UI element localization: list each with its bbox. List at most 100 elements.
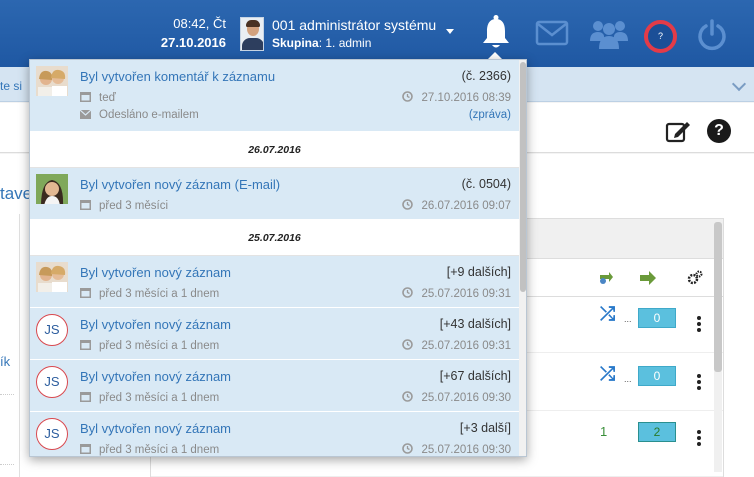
- notification-ref: [+67 dalších]: [439, 369, 511, 383]
- notifications-scrollbar[interactable]: [519, 60, 526, 456]
- row-menu-icon[interactable]: [697, 430, 701, 448]
- envelope-icon: [80, 110, 91, 119]
- notification-timestamp: 25.07.2016 09:30: [402, 391, 511, 404]
- notification-title[interactable]: Byl vytvořen nový záznam: [80, 265, 231, 280]
- notifications-bell-button[interactable]: [480, 14, 512, 53]
- table-scrollbar[interactable]: [714, 222, 722, 472]
- user-avatar: [240, 17, 264, 51]
- chevron-down-icon[interactable]: [731, 76, 747, 92]
- edit-icon: [665, 122, 690, 143]
- top-bar: 08:42, Čt 27.10.2016 001 administrátor s…: [0, 0, 754, 67]
- message-link[interactable]: (zpráva): [469, 109, 511, 121]
- notification-extra: Odesláno e-mailem: [80, 109, 199, 121]
- notification-when: před 3 měsíci a 1 dnem: [80, 443, 219, 456]
- notification-ref: [+3 další]: [459, 421, 511, 435]
- clock-icon: [402, 91, 414, 102]
- notification-item[interactable]: JS Byl vytvořen nový záznam [+67 dalších…: [30, 360, 519, 412]
- calendar-icon: [80, 444, 91, 454]
- notification-timestamp: 26.07.2016 09:07: [402, 199, 511, 212]
- clock-icon: [402, 391, 414, 402]
- date-separator: 25.07.2016: [30, 220, 519, 256]
- logout-button[interactable]: [697, 19, 727, 54]
- notification-item[interactable]: Byl vytvořen nový záznam (E-mail) (č. 05…: [30, 168, 519, 220]
- notification-when: teď: [80, 91, 116, 104]
- calendar-icon: [80, 340, 91, 350]
- notification-item[interactable]: Byl vytvořen komentář k záznamu (č. 2366…: [30, 60, 519, 132]
- notification-ref: [+43 dalších]: [439, 317, 511, 331]
- left-link[interactable]: ík: [0, 354, 10, 369]
- forward-icon[interactable]: [639, 271, 657, 285]
- notification-when: před 3 měsíci a 1 dnem: [80, 391, 219, 404]
- notifications-list: Byl vytvořen komentář k záznamu (č. 2366…: [30, 60, 519, 456]
- left-column: [0, 214, 20, 477]
- shuffle-icon[interactable]: ⤮: [600, 304, 615, 326]
- transfer-icon[interactable]: [598, 271, 614, 285]
- row-count: 1: [600, 424, 608, 439]
- row-menu-icon[interactable]: [697, 374, 701, 392]
- avatar: [36, 66, 68, 96]
- clock-icon: [402, 287, 414, 298]
- help-button[interactable]: ?: [644, 20, 677, 53]
- user-name: 001 administrátor systému: [272, 17, 437, 33]
- clock-icon: [402, 443, 414, 454]
- notification-title[interactable]: Byl vytvořen nový záznam (E-mail): [80, 177, 280, 192]
- calendar-icon: [80, 200, 91, 210]
- clock-date: 27.10.2016: [160, 35, 226, 50]
- info-bar-text: te si: [0, 79, 23, 93]
- notification-title[interactable]: Byl vytvořen nový záznam: [80, 369, 231, 384]
- clock: 08:42, Čt 27.10.2016: [136, 16, 226, 50]
- notification-title[interactable]: Byl vytvořen nový záznam: [80, 317, 231, 332]
- scrollbar-thumb[interactable]: [520, 62, 526, 292]
- user-menu[interactable]: 001 administrátor systému Skupina: 1. ad…: [240, 17, 455, 51]
- users-icon: [590, 21, 628, 49]
- notification-ref: (č. 2366): [461, 69, 511, 83]
- count-badge: 0: [638, 308, 676, 328]
- shuffle-icon[interactable]: ⤮: [600, 364, 615, 386]
- notification-ref: [+9 dalších]: [446, 265, 511, 279]
- bell-icon: [483, 15, 509, 48]
- avatar: [36, 174, 68, 204]
- notification-item[interactable]: Byl vytvořen nový záznam [+9 dalších] př…: [30, 256, 519, 308]
- notification-timestamp: 27.10.2016 08:39: [402, 91, 511, 104]
- notifications-dropdown: Byl vytvořen komentář k záznamu (č. 2366…: [29, 59, 527, 457]
- divider: [0, 464, 14, 465]
- clock-time: 08:42, Čt: [173, 16, 226, 31]
- notification-ref: (č. 0504): [461, 177, 511, 191]
- clock-icon: [402, 339, 414, 350]
- messages-button[interactable]: [535, 20, 569, 49]
- avatar-initials: JS: [36, 314, 68, 346]
- power-icon: [698, 19, 726, 51]
- avatar-initials: JS: [36, 418, 68, 450]
- row-menu-icon[interactable]: [697, 316, 701, 334]
- date-separator: 26.07.2016: [30, 132, 519, 168]
- count-badge: 2: [638, 422, 676, 442]
- notification-item[interactable]: JS Byl vytvořen nový záznam [+43 dalších…: [30, 308, 519, 360]
- help-circle-button[interactable]: ?: [707, 119, 731, 143]
- clock-icon: [402, 199, 414, 210]
- avatar: [36, 262, 68, 292]
- notification-timestamp: 25.07.2016 09:31: [402, 339, 511, 352]
- avatar-initials: JS: [36, 366, 68, 398]
- users-button[interactable]: [590, 17, 628, 54]
- notification-timestamp: 25.07.2016 09:31: [402, 287, 511, 300]
- notification-timestamp: 25.07.2016 09:30: [402, 443, 511, 456]
- calendar-icon: [80, 92, 91, 102]
- notification-title[interactable]: Byl vytvořen nový záznam: [80, 421, 231, 436]
- calendar-icon: [80, 288, 91, 298]
- count-badge: 0: [638, 366, 676, 386]
- notification-item[interactable]: JS Byl vytvořen nový záznam [+3 další] p…: [30, 412, 519, 456]
- mail-icon: [535, 20, 569, 46]
- notification-when: před 3 měsíci a 1 dnem: [80, 287, 219, 300]
- user-group: Skupina: 1. admin: [272, 36, 372, 50]
- page-heading: tave: [0, 184, 33, 203]
- notification-when: před 3 měsíci: [80, 199, 168, 212]
- calendar-icon: [80, 392, 91, 402]
- chevron-down-icon: [446, 29, 455, 34]
- notification-when: před 3 měsíci a 1 dnem: [80, 339, 219, 352]
- ellipsis: ...: [624, 314, 632, 324]
- divider: [0, 394, 14, 395]
- edit-button[interactable]: [665, 119, 691, 146]
- ellipsis: ...: [624, 374, 632, 384]
- settings-icon[interactable]: [687, 270, 703, 286]
- notification-title[interactable]: Byl vytvořen komentář k záznamu: [80, 69, 275, 84]
